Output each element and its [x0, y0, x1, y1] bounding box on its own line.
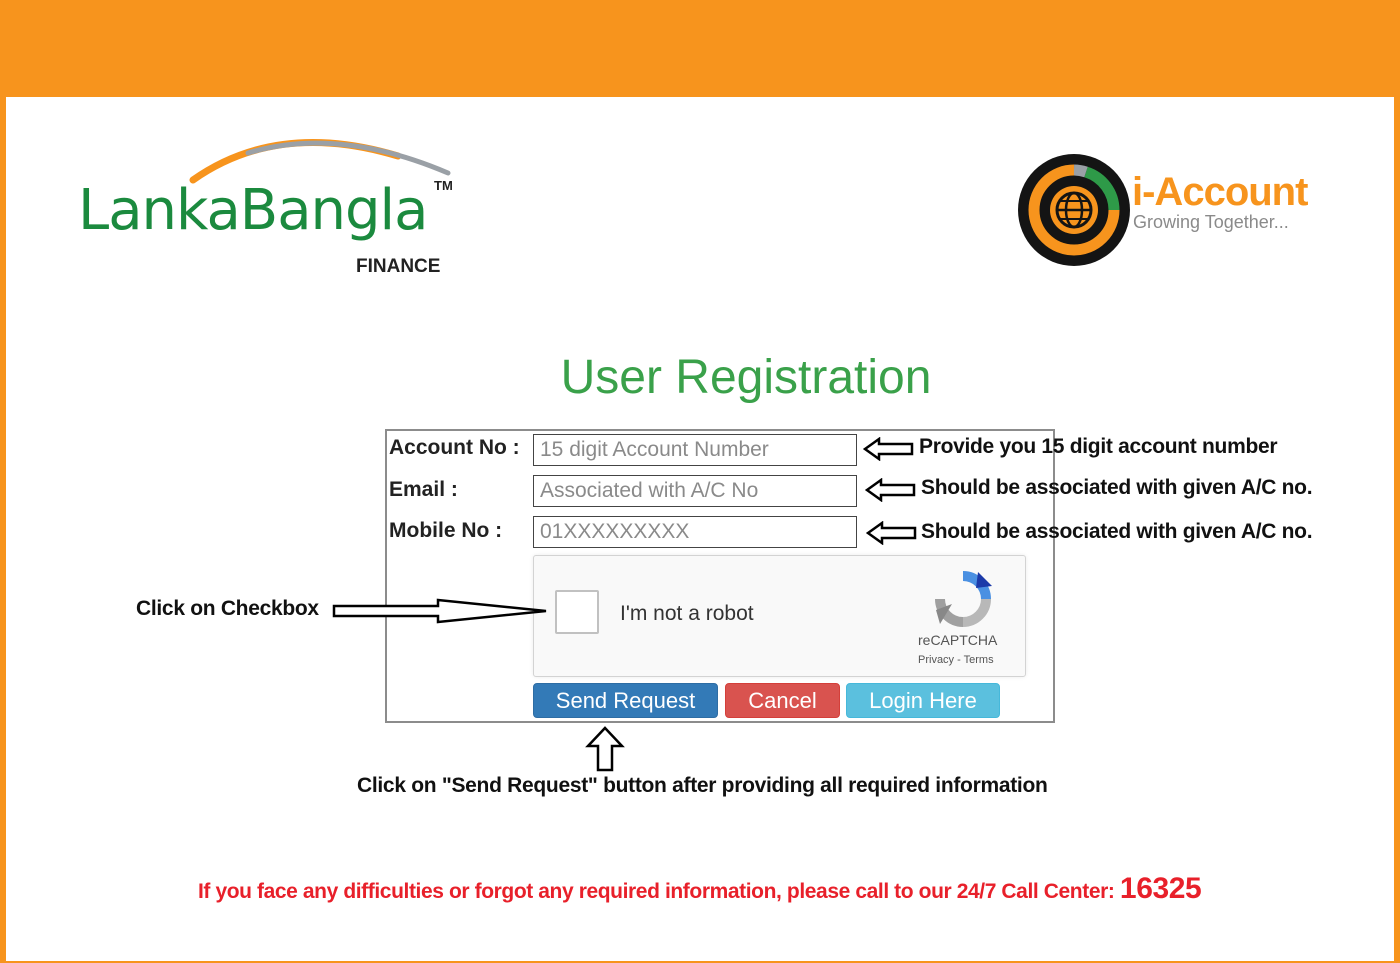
app-tagline: Growing Together... [1133, 212, 1289, 232]
brand-sub: FINANCE [356, 256, 441, 277]
email-label: Email : [389, 478, 458, 501]
i-account-logo: i-Account Growing Together... [1016, 152, 1336, 270]
account-hint: Provide you 15 digit account number [919, 435, 1278, 458]
recaptcha-checkbox[interactable] [555, 590, 599, 634]
login-here-button[interactable]: Login Here [846, 683, 1000, 718]
globe-icon [1018, 154, 1130, 266]
right-arrow-icon [332, 598, 547, 624]
trademark: TM [434, 178, 453, 193]
call-center-number: 16325 [1119, 872, 1202, 905]
recaptcha-links[interactable]: Privacy - Terms [918, 654, 994, 666]
left-arrow-icon [866, 521, 917, 545]
account-label: Account No : [389, 436, 520, 459]
brand-name: LankaBangla [78, 178, 428, 243]
up-arrow-icon [585, 726, 625, 772]
app-title: i-Account [1132, 170, 1308, 214]
recaptcha-brand: reCAPTCHA [918, 632, 998, 648]
send-request-button[interactable]: Send Request [533, 683, 718, 718]
lankabangla-logo: LankaBangla TM FINANCE [78, 128, 468, 283]
email-input[interactable] [533, 475, 857, 507]
call-center-note: If you face any difficulties or forgot a… [198, 872, 1238, 906]
page-title: User Registration [560, 351, 932, 404]
cancel-button[interactable]: Cancel [725, 683, 840, 718]
send-request-hint: Click on "Send Request" button after pro… [357, 774, 1048, 797]
recaptcha-label: I'm not a robot [620, 602, 754, 625]
left-arrow-icon [865, 478, 916, 502]
checkbox-hint: Click on Checkbox [136, 597, 319, 620]
recaptcha-widget: I'm not a robot reCAPTCHA Privacy - Term… [533, 555, 1026, 677]
left-arrow-icon [863, 437, 914, 461]
mobile-input[interactable] [533, 516, 857, 548]
account-number-input[interactable] [533, 434, 857, 466]
call-center-text: If you face any difficulties or forgot a… [198, 880, 1120, 903]
mobile-hint: Should be associated with given A/C no. [921, 520, 1313, 543]
email-hint: Should be associated with given A/C no. [921, 476, 1313, 499]
recaptcha-icon [935, 571, 992, 627]
mobile-label: Mobile No : [389, 519, 503, 542]
